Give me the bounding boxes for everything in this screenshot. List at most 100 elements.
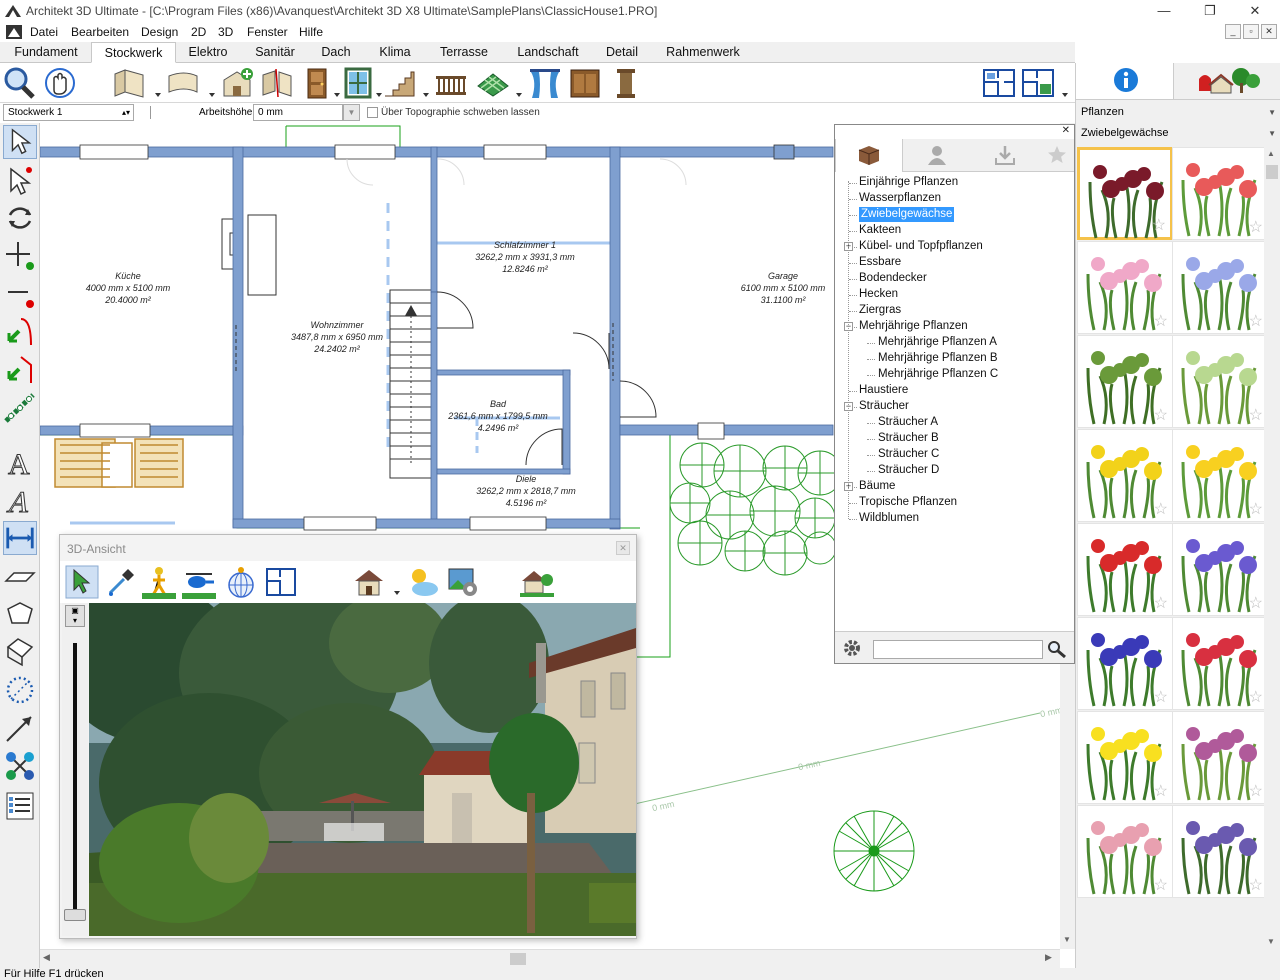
plant-thumbnail[interactable]: ☆ <box>1172 617 1264 710</box>
tree-item[interactable]: Sträucher A <box>878 415 938 430</box>
fillet-icon[interactable] <box>3 315 37 349</box>
favorite-star-icon[interactable]: ☆ <box>1154 690 1168 706</box>
eyedropper-icon[interactable] <box>104 565 138 599</box>
plan-horizontal-scrollbar[interactable]: ◀ ▶ <box>40 949 1060 968</box>
menu-hilfe[interactable]: Hilfe <box>299 25 323 39</box>
floor-select[interactable]: Stockwerk 1 ▴▾ <box>3 104 134 121</box>
plant-thumbnail[interactable]: ☆ <box>1172 805 1264 898</box>
tab-favorites[interactable] <box>1039 139 1074 172</box>
tree-item[interactable]: Zwiebelgewächse <box>859 207 955 222</box>
favorite-star-icon[interactable]: ☆ <box>1154 878 1168 894</box>
tree-item[interactable]: Tropische Pflanzen <box>859 495 957 510</box>
scroll-thumb[interactable] <box>510 953 526 965</box>
tree-item[interactable]: Mehrjährige Pflanzen C <box>878 367 998 382</box>
slider-reset-icon[interactable]: ▣ ▾ <box>65 605 85 627</box>
favorite-star-icon[interactable]: ☆ <box>1249 596 1263 612</box>
tab-downloads[interactable] <box>971 139 1039 172</box>
tab-user-objects[interactable] <box>903 139 971 172</box>
curved-wall-dropdown-arrow[interactable] <box>209 93 215 97</box>
scroll-up-arrow-icon[interactable]: ▲ <box>1267 149 1275 158</box>
3d-render-viewport[interactable] <box>89 603 636 936</box>
subcategory-select[interactable]: Zwiebelgewächse ▼ <box>1077 125 1280 143</box>
plant-thumbnail[interactable]: ☆ <box>1172 523 1264 616</box>
stairs-icon[interactable] <box>382 66 416 100</box>
door-dropdown-arrow[interactable] <box>334 93 340 97</box>
plan-view-icon[interactable] <box>982 66 1016 100</box>
menu-datei[interactable]: Datei <box>30 25 58 39</box>
select-arrow-icon[interactable] <box>3 125 37 159</box>
tab-landschaft[interactable]: Landschaft <box>506 42 590 63</box>
tree-item[interactable]: Bodendecker <box>859 271 927 286</box>
favorite-star-icon[interactable]: ☆ <box>1154 408 1168 424</box>
network-icon[interactable] <box>3 749 37 783</box>
mdi-close-button[interactable]: ✕ <box>1261 24 1277 39</box>
tree-item[interactable]: Haustiere <box>859 383 908 398</box>
info-tab[interactable] <box>1076 63 1174 99</box>
tree-item[interactable]: Sträucher D <box>878 463 939 478</box>
panel-close-button[interactable]: ✕ <box>1062 125 1070 136</box>
plant-thumbnail[interactable]: ☆ <box>1077 429 1173 522</box>
tree-item[interactable]: Ziergras <box>859 303 901 318</box>
wall-tool-icon[interactable] <box>112 66 146 100</box>
menu-fenster[interactable]: Fenster <box>247 25 288 39</box>
spline-icon[interactable] <box>3 391 37 425</box>
railing-icon[interactable] <box>434 66 468 100</box>
room-label-bad[interactable]: Bad 2361,6 mm x 1799,5 mm 4.2496 m² <box>448 398 548 434</box>
settings-gear-icon[interactable] <box>842 638 862 658</box>
mdi-restore-button[interactable]: ▫ <box>1243 24 1259 39</box>
scroll-thumb[interactable] <box>1266 165 1278 179</box>
minimize-button[interactable]: — <box>1144 0 1184 22</box>
tree-item[interactable]: Bäume <box>859 479 895 494</box>
layers-list-icon[interactable] <box>3 789 37 823</box>
room-label-garage[interactable]: Garage 6100 mm x 5100 mm 31.1100 m² <box>741 270 826 306</box>
plan-3d-view-icon[interactable] <box>1021 66 1055 100</box>
room-label-schlafzimmer-1[interactable]: Schlafzimmer 1 3262,2 mm x 3931,3 mm 12.82… <box>475 239 575 275</box>
floor-dropdown-arrow[interactable] <box>516 93 522 97</box>
spinner-arrows-icon[interactable]: ▴▾ <box>122 105 130 120</box>
plant-thumbnail[interactable]: ☆ <box>1172 429 1264 522</box>
terrain-checkbox[interactable] <box>367 107 378 118</box>
plant-thumbnail[interactable]: ☆ <box>1077 711 1173 804</box>
add-room-icon[interactable] <box>220 66 254 100</box>
plant-thumbnail[interactable]: ☆ <box>1077 805 1173 898</box>
door-icon[interactable] <box>300 66 334 100</box>
curtain-icon[interactable] <box>528 66 562 100</box>
menu-bearbeiten[interactable]: Bearbeiten <box>71 25 129 39</box>
walkthrough-icon[interactable] <box>142 565 176 599</box>
tree-item[interactable]: Kübel- und Topfpflanzen <box>859 239 983 254</box>
chamfer-icon[interactable] <box>3 353 37 387</box>
favorite-star-icon[interactable]: ☆ <box>1249 784 1263 800</box>
category-select[interactable]: Pflanzen ▼ <box>1077 104 1280 122</box>
favorite-star-icon[interactable]: ☆ <box>1154 784 1168 800</box>
arrow-line-icon[interactable] <box>3 711 37 745</box>
tree-item[interactable]: Wildblumen <box>859 511 919 526</box>
maximize-button[interactable]: ❐ <box>1190 0 1230 22</box>
plant-thumbnail[interactable]: ☆ <box>1172 335 1264 428</box>
tab-klima[interactable]: Klima <box>368 42 422 63</box>
add-point-icon[interactable] <box>3 239 37 273</box>
favorite-star-icon[interactable]: ☆ <box>1152 218 1166 234</box>
favorite-star-icon[interactable]: ☆ <box>1249 314 1263 330</box>
3d-view-close-button[interactable]: ✕ <box>616 541 630 555</box>
helicopter-icon[interactable] <box>182 565 216 599</box>
scroll-left-arrow-icon[interactable]: ◀ <box>43 952 50 963</box>
dimension-icon[interactable] <box>3 521 37 555</box>
plant-thumbnail[interactable]: ☆ <box>1077 335 1173 428</box>
camera-height-slider[interactable]: ▣ ▾ <box>62 603 88 936</box>
plant-thumbnail[interactable]: ☆ <box>1172 711 1264 804</box>
orbit-globe-icon[interactable] <box>224 565 258 599</box>
close-button[interactable]: ✕ <box>1235 0 1275 22</box>
plant-thumbnail[interactable]: ☆ <box>1077 241 1173 334</box>
favorite-star-icon[interactable]: ☆ <box>1249 220 1263 236</box>
rotate-icon[interactable] <box>3 201 37 235</box>
remove-point-icon[interactable] <box>3 277 37 311</box>
tab-dach[interactable]: Dach <box>312 42 360 63</box>
tree-item[interactable]: Essbare <box>859 255 901 270</box>
tree-item[interactable]: Sträucher C <box>878 447 939 462</box>
tree-item[interactable]: Einjährige Pflanzen <box>859 175 958 190</box>
plant-thumbnail[interactable]: ☆ <box>1077 523 1173 616</box>
2d-plan-icon[interactable] <box>264 565 298 599</box>
window-icon[interactable] <box>341 66 375 100</box>
search-icon[interactable] <box>1047 640 1067 658</box>
tab-rahmenwerk[interactable]: Rahmenwerk <box>654 42 752 63</box>
